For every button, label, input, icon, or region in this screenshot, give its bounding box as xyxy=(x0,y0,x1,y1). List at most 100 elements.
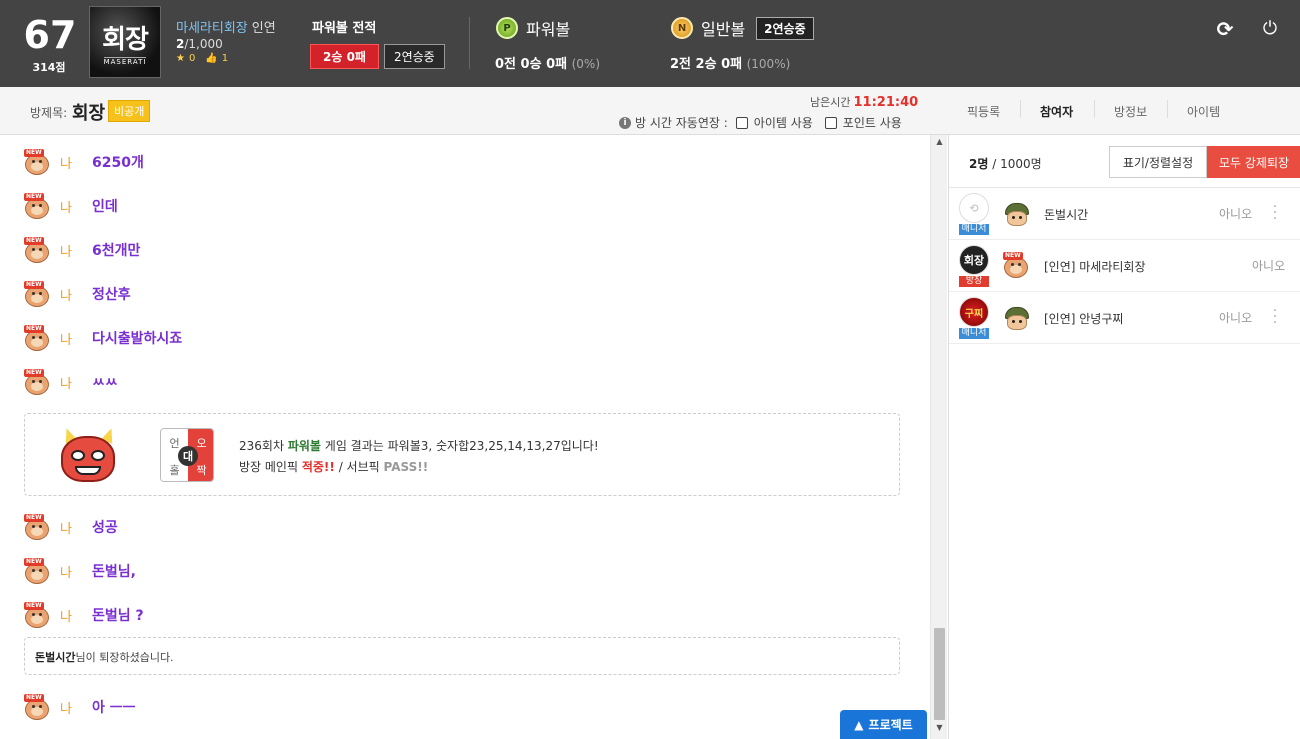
more-options-icon[interactable]: · · · xyxy=(1271,200,1279,226)
new-badge: NEW xyxy=(24,514,44,522)
message-text: 6천개만 xyxy=(92,243,141,259)
room-logo-sub: MASERATI xyxy=(103,56,147,66)
more-options-icon[interactable]: · · · xyxy=(1271,304,1279,330)
monkey-avatar-icon[interactable]: NEW xyxy=(24,193,50,219)
participant-name: [인연] 마세라티회장 xyxy=(1044,260,1146,274)
chat-message: NEW 나 6250개 xyxy=(24,147,144,177)
new-badge: NEW xyxy=(24,602,44,610)
tab-divider xyxy=(1167,100,1168,118)
member-count: 2/1,000 xyxy=(176,37,223,51)
monkey-avatar-icon[interactable]: NEW xyxy=(24,369,50,395)
role-badge: 매니저 xyxy=(959,328,989,339)
result-line-2: 방장 메인픽 적중!! / 서브픽 PASS!! xyxy=(239,458,428,475)
remaining-time: 남은시간 11:21:40 xyxy=(810,94,918,110)
powerball-label: 파워볼 xyxy=(526,20,571,39)
participant-row[interactable]: 회장 방장 NEW [인연] 마세라티회장 아니오 xyxy=(949,240,1300,292)
participant-count-total: / 1000명 xyxy=(992,157,1042,171)
new-badge: NEW xyxy=(1003,252,1023,260)
star-count: 0 xyxy=(188,53,196,64)
like-count: 1 xyxy=(221,53,229,64)
powerball-record-value: 0전 0승 0패 xyxy=(495,57,568,72)
chat-message: NEW 나 돈벌님 ? xyxy=(24,600,144,630)
caret-up-icon: ▲ xyxy=(854,717,864,732)
game-result-card: 언 오 홀 짝 대 236회차 파워볼 게임 결과는 파워볼3, 숫자합23,2… xyxy=(24,413,900,496)
item-use-label[interactable]: 아이템 사용 xyxy=(754,114,813,131)
message-text: 다시출발하시죠 xyxy=(92,331,183,347)
remaining-time-value: 11:21:40 xyxy=(853,95,919,110)
scroll-down-icon[interactable]: ▼ xyxy=(931,723,948,737)
message-text: 인데 xyxy=(92,199,118,215)
owner-name-line: 마세라티회장 인연 xyxy=(176,17,276,36)
sender-me: 나 xyxy=(60,288,72,304)
monkey-avatar-icon[interactable]: NEW xyxy=(24,325,50,351)
room-info-bar: 방제목: 회장 비공개 남은시간 11:21:40 i 방 시간 자동연장 : 아… xyxy=(0,87,948,135)
owner-name[interactable]: 마세라티회장 xyxy=(176,21,248,36)
new-badge: NEW xyxy=(24,281,44,289)
participant-row[interactable]: 구찌 매니저 [인연] 안녕구찌 아니오 · · · xyxy=(949,292,1300,344)
result-line-1: 236회차 파워볼 게임 결과는 파워볼3, 숫자합23,25,14,13,27… xyxy=(239,437,599,454)
member-count-total: /1,000 xyxy=(184,37,223,51)
message-text: 돈벌님 ? xyxy=(92,608,144,624)
monkey-avatar-icon[interactable]: NEW xyxy=(24,694,50,720)
soldier-level-icon xyxy=(1003,304,1031,332)
chat-message: NEW 나 정산후 xyxy=(24,279,131,309)
thumbs-up-icon: 👍 xyxy=(205,53,218,64)
normalball-label: 일반볼 xyxy=(701,20,746,39)
normalball-streak-badge: 2연승중 xyxy=(756,16,814,40)
tab-room-info[interactable]: 방정보 xyxy=(1114,103,1147,120)
chat-message: NEW 나 6천개만 xyxy=(24,235,140,265)
sender-me: 나 xyxy=(60,609,72,625)
monkey-avatar-icon[interactable]: NEW xyxy=(24,149,50,175)
scroll-thumb[interactable] xyxy=(934,628,945,720)
monkey-avatar-icon[interactable]: NEW xyxy=(24,558,50,584)
system-text: 님이 퇴장하셨습니다. xyxy=(75,651,174,664)
powerball-coin-icon: P xyxy=(496,17,518,39)
normalball-record-value: 2전 2승 0패 xyxy=(670,57,743,72)
scroll-up-icon[interactable]: ▲ xyxy=(931,137,948,151)
sender-me: 나 xyxy=(60,244,72,260)
message-text: 돈벌님, xyxy=(92,564,136,580)
participant-status: 아니오 xyxy=(1219,311,1253,325)
kick-all-button[interactable]: 모두 강제퇴장 xyxy=(1207,146,1300,178)
point-use-checkbox[interactable] xyxy=(824,116,837,129)
room-title-label: 방제목: xyxy=(30,106,68,120)
participant-status: 아니오 xyxy=(1252,259,1286,273)
remaining-time-label: 남은시간 xyxy=(810,96,851,109)
room-logo-text: 회장 xyxy=(102,24,149,55)
chat-message: NEW 나 아 ㅡㅡ xyxy=(24,692,136,722)
room-logo: 회장 MASERATI xyxy=(89,6,161,78)
top-bar: 67 314점 회장 MASERATI 마세라티회장 인연 2/1,000 ★ 0 … xyxy=(0,0,1300,87)
streak-badge: 2연승중 xyxy=(383,44,445,69)
monkey-avatar-icon[interactable]: NEW xyxy=(24,602,50,628)
monkey-avatar-icon[interactable]: NEW xyxy=(24,514,50,540)
power-icon[interactable]: ⏻ xyxy=(1259,18,1281,40)
new-badge: NEW xyxy=(24,325,44,333)
record-title: 파워볼 전적 xyxy=(312,21,377,36)
header-divider xyxy=(469,17,470,69)
tab-pick-register[interactable]: 픽등록 xyxy=(967,103,1000,120)
chat-message: NEW 나 ㅆㅆ xyxy=(24,367,118,397)
display-sort-settings-button[interactable]: 표기/정렬설정 xyxy=(1109,146,1207,178)
item-use-checkbox[interactable] xyxy=(735,116,748,129)
participants-panel: 2명 / 1000명 표기/정렬설정 모두 강제퇴장 ⟲ 매니저 돈벌시간 아니… xyxy=(948,135,1300,739)
main-pick-label: 방장 메인픽 xyxy=(239,460,299,474)
tab-divider xyxy=(1020,100,1021,118)
refresh-icon[interactable]: ⟳ xyxy=(1214,18,1236,40)
tab-items[interactable]: 아이템 xyxy=(1187,103,1220,120)
owner-grade: 인연 xyxy=(251,21,276,36)
win-loss-badge: 2승 0패 xyxy=(310,44,379,69)
main-pick-hit: 적중!! xyxy=(301,460,335,474)
message-text: ㅆㅆ xyxy=(92,375,118,391)
role-badge: 방장 xyxy=(959,276,989,287)
monkey-avatar-icon[interactable]: NEW xyxy=(24,237,50,263)
user-avatar: 구찌 xyxy=(959,297,989,327)
point-use-label[interactable]: 포인트 사용 xyxy=(843,114,902,131)
project-button[interactable]: ▲ 프로젝트 xyxy=(840,710,927,739)
grid-cell-large: 대 xyxy=(178,446,198,466)
sender-me: 나 xyxy=(60,156,72,172)
participant-row[interactable]: ⟲ 매니저 돈벌시간 아니오 · · · xyxy=(949,188,1300,240)
new-badge: NEW xyxy=(24,149,44,157)
chat-scrollbar[interactable]: ▲ ▼ xyxy=(930,135,947,739)
tab-participants[interactable]: 참여자 xyxy=(1040,103,1073,120)
monkey-avatar-icon[interactable]: NEW xyxy=(24,281,50,307)
